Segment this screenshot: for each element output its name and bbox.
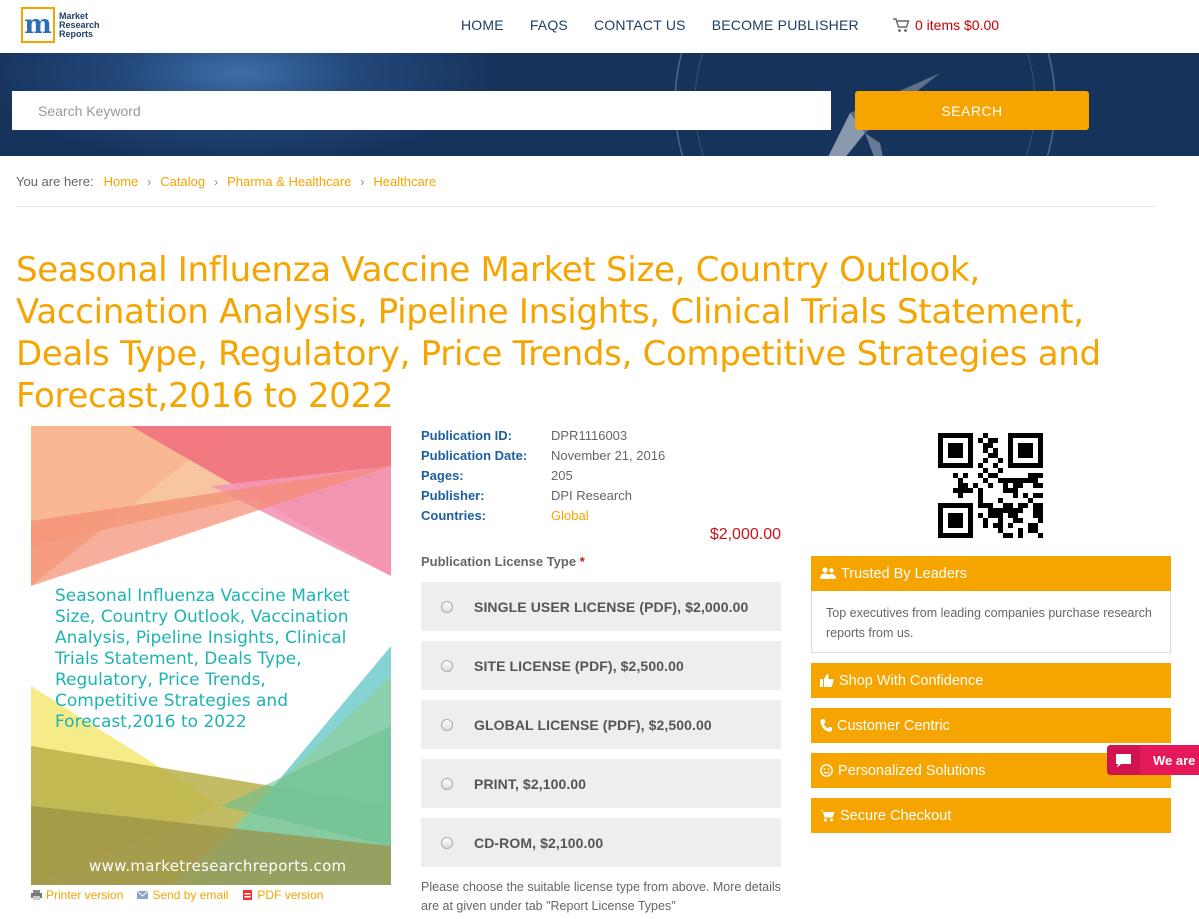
meta-value: 205 [551,468,573,483]
radio-button[interactable] [441,600,453,613]
qr-code-icon [938,433,1043,538]
chevron-right-icon: › [360,174,365,189]
pdf-icon [243,890,253,900]
meta-label: Publisher: [421,488,485,503]
radio-button[interactable] [441,836,453,849]
publication-meta: Publication ID: DPR1116003 Publication D… [421,428,665,528]
meta-pages: Pages: 205 [421,468,665,488]
printer-version-label: Printer version [46,888,124,902]
meta-label: Pages: [421,468,464,483]
radio-button[interactable] [441,777,453,790]
divider [16,206,1155,207]
meta-publisher: Publisher: DPI Research [421,488,665,508]
cover-url: www.marketresearchreports.com [89,857,347,875]
license-heading-text: Publication License Type [421,554,577,569]
nav-become-publisher[interactable]: BECOME PUBLISHER [712,17,859,33]
cover-actions: Printer version Send by email PDF versio… [31,888,337,902]
cart-icon [893,17,910,32]
search-button[interactable]: SEARCH [855,91,1089,130]
thumbs-up-icon [820,674,834,687]
breadcrumb-catalog[interactable]: Catalog [160,174,205,189]
report-price: $2,000.00 [709,526,781,543]
breadcrumb: You are here: Home › Catalog › Pharma & … [16,174,436,189]
phone-icon [820,719,832,732]
pdf-version-label: PDF version [257,888,324,902]
meta-value: November 21, 2016 [551,448,666,463]
panel-secure-checkout[interactable]: Secure Checkout [811,798,1171,833]
send-by-email-label: Send by email [152,888,229,902]
top-header: m Market Research Reports HOME FAQS CONT… [0,0,1199,53]
cart-summary: 0 items $0.00 [915,17,1000,33]
smile-icon [820,764,833,777]
meta-countries: Countries: Global [421,508,665,528]
license-option-global[interactable]: GLOBAL LICENSE (PDF), $2,500.00 [421,700,781,749]
radio-button[interactable] [441,718,453,731]
chat-label: We are [1153,752,1196,768]
panel-title: Shop With Confidence [839,672,984,689]
meta-value: DPI Research [551,488,632,503]
countries-link[interactable]: Global [551,508,589,528]
nav-home[interactable]: HOME [461,17,504,33]
cart-link[interactable]: 0 items $0.00 [893,17,999,33]
license-option-label: SITE LICENSE (PDF), $2,500.00 [474,657,684,674]
meta-label: Countries: [421,508,486,523]
printer-version-link[interactable]: Printer version [31,888,123,902]
cover-title: Seasonal Influenza Vaccine Market Size, … [55,586,350,732]
breadcrumb-pharma[interactable]: Pharma & Healthcare [227,174,351,189]
panel-shop-with-confidence[interactable]: Shop With Confidence [811,663,1171,698]
license-heading: Publication License Type * [421,554,585,569]
email-icon [137,890,149,899]
search-input[interactable] [12,91,831,130]
page-title: Seasonal Influenza Vaccine Market Size, … [16,250,1101,416]
required-mark: * [579,554,585,569]
logo-text: Market Research Reports [59,10,100,39]
nav-faqs[interactable]: FAQS [530,17,568,33]
main-nav: HOME FAQS CONTACT US BECOME PUBLISHER [461,17,885,33]
meta-publication-id: Publication ID: DPR1116003 [421,428,665,448]
live-chat-tab[interactable]: We are [1107,745,1199,775]
chevron-right-icon: › [214,174,219,189]
radio-button[interactable] [441,659,453,672]
meta-publication-date: Publication Date: November 21, 2016 [421,448,665,468]
license-option-label: SINGLE USER LICENSE (PDF), $2,000.00 [474,598,749,615]
meta-label: Publication ID: [421,428,512,443]
breadcrumb-healthcare[interactable]: Healthcare [373,174,436,189]
panel-title: Personalized Solutions [838,762,986,779]
license-option-print[interactable]: PRINT, $2,100.00 [421,759,781,808]
nav-contact-us[interactable]: CONTACT US [594,17,686,33]
license-note: Please choose the suitable license type … [421,880,781,913]
panel-title: Secure Checkout [840,807,952,824]
panel-title: Customer Centric [837,717,950,734]
chat-bubble-icon [1107,745,1140,775]
report-cover: Seasonal Influenza Vaccine Market Size, … [31,426,391,885]
printer-icon [31,890,42,900]
panel-customer-centric[interactable]: Customer Centric [811,708,1171,743]
license-option-label: CD-ROM, $2,100.00 [474,834,604,851]
license-option-single-user[interactable]: SINGLE USER LICENSE (PDF), $2,000.00 [421,582,781,631]
send-by-email-link[interactable]: Send by email [137,888,228,902]
meta-label: Publication Date: [421,448,528,463]
license-option-label: GLOBAL LICENSE (PDF), $2,500.00 [474,716,712,733]
pdf-version-link[interactable]: PDF version [242,888,323,902]
chevron-right-icon: › [147,174,152,189]
meta-value: DPR1116003 [551,428,628,443]
breadcrumb-label: You are here: [16,174,94,189]
panel-trusted-by-leaders: Trusted By Leaders [811,556,1171,591]
breadcrumb-home[interactable]: Home [104,174,139,189]
license-option-site[interactable]: SITE LICENSE (PDF), $2,500.00 [421,641,781,690]
site-logo[interactable]: m Market Research Reports [21,6,103,44]
panel-title: Trusted By Leaders [841,565,967,582]
users-icon [820,567,836,579]
license-option-label: PRINT, $2,100.00 [474,775,587,792]
logo-mark: m [21,7,55,43]
license-option-cd-rom[interactable]: CD-ROM, $2,100.00 [421,818,781,867]
search-banner: SEARCH [0,53,1199,156]
shopping-cart-icon [820,810,835,822]
panel-trusted-body: Top executives from leading companies pu… [811,591,1171,653]
